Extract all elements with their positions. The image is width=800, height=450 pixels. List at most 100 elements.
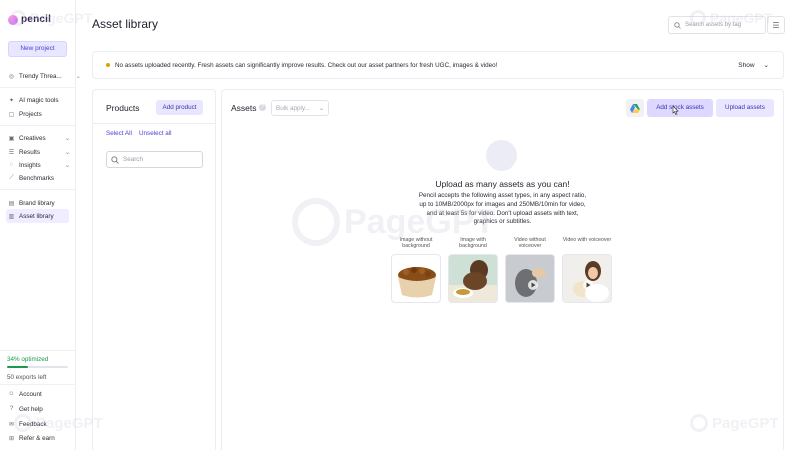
products-search-input[interactable]: Search — [106, 151, 203, 168]
watermark-logo-icon — [292, 198, 340, 246]
cat-video-icon — [506, 255, 554, 302]
sidebar-item-benchmarks[interactable]: ⟋ Benchmarks — [8, 172, 54, 184]
divider — [93, 123, 215, 124]
example-thumbnail — [391, 254, 441, 303]
example-label: Video without voiceover — [514, 237, 546, 250]
divider — [0, 125, 75, 126]
woman-dog-video-icon — [563, 255, 611, 302]
asset-examples: Image without background Image with back… — [391, 237, 612, 303]
sidebar-item-account[interactable]: ☺ Account — [8, 388, 42, 400]
example-thumbnail — [562, 254, 612, 303]
watermark-logo-icon — [14, 414, 32, 432]
example-label: Video with voiceover — [562, 237, 612, 243]
chart-icon: ⟋ — [9, 174, 14, 181]
assets-title: Assets — [231, 103, 257, 113]
watermark-logo-icon — [10, 10, 26, 26]
sidebar-item-label: Brand library — [19, 199, 55, 207]
search-icon — [111, 155, 119, 164]
sidebar-item-label: Insights — [19, 161, 41, 169]
sidebar-item-label: Asset library — [19, 212, 54, 220]
exports-left: 50 exports left — [7, 374, 47, 381]
divider — [0, 87, 75, 88]
workspace-selector[interactable]: ◎ Trendy Threa... ⌄ — [8, 70, 81, 82]
chevron-down-icon: ⌄ — [75, 73, 81, 80]
products-title: Products — [106, 103, 140, 113]
notice-show-toggle[interactable]: Show ⌄ — [738, 61, 769, 70]
watermark-logo-icon — [690, 414, 708, 432]
folder-icon: ▢ — [8, 111, 15, 118]
optimization-progress-bar — [7, 366, 68, 368]
upload-placeholder-icon — [486, 140, 517, 171]
watermark-text: PageGPT — [710, 10, 773, 26]
divider — [0, 384, 75, 385]
add-product-button[interactable]: Add product — [156, 100, 203, 115]
chevron-down-icon: ⌄ — [64, 161, 70, 169]
google-drive-icon — [630, 103, 640, 113]
example-thumbnail — [448, 254, 498, 303]
user-icon: ☺ — [8, 391, 15, 397]
watermark-text: PageGPT — [30, 10, 93, 26]
notice-message: No assets uploaded recently. Fresh asset… — [115, 61, 498, 69]
chevron-down-icon: ⌄ — [763, 62, 769, 69]
sidebar-item-label: Projects — [19, 110, 42, 118]
sidebar-item-refer-earn[interactable]: ⊞ Refer & earn — [8, 432, 55, 444]
image-icon: ▣ — [8, 135, 15, 142]
sidebar-item-insights[interactable]: ◌ Insights ⌄ — [8, 159, 70, 171]
example-video-with-voiceover: Video with voiceover — [562, 237, 612, 303]
dog-photo-icon — [449, 255, 497, 302]
bulk-apply-select[interactable]: Bulk apply... ⌄ — [271, 100, 329, 116]
new-project-button[interactable]: New project — [8, 41, 67, 57]
watermark-text: PageGPT — [712, 414, 779, 432]
notice-dot-icon — [106, 63, 110, 67]
add-stock-assets-button[interactable]: Add stock assets — [647, 99, 713, 117]
watermark: PageGPT — [690, 10, 772, 26]
pet-food-bowl-icon — [398, 267, 436, 298]
workspace-label: Trendy Threa... — [19, 72, 62, 80]
google-drive-button[interactable] — [626, 99, 644, 117]
assets-panel: Assets ? Bulk apply... ⌄ Add stock asset… — [221, 89, 784, 450]
chevron-down-icon: ⌄ — [64, 134, 70, 142]
divider — [0, 189, 75, 190]
help-icon[interactable]: ? — [259, 104, 266, 111]
sidebar-item-creatives[interactable]: ▣ Creatives ⌄ — [8, 132, 70, 144]
chevron-down-icon: ⌄ — [64, 148, 70, 156]
unselect-all-link[interactable]: Unselect all — [139, 130, 172, 137]
bulk-apply-placeholder: Bulk apply... — [276, 104, 310, 112]
sidebar-item-label: AI magic tools — [19, 96, 59, 104]
page-title: Asset library — [92, 17, 159, 31]
divider — [0, 350, 75, 351]
book-icon: ▤ — [8, 200, 15, 207]
watermark: PageGPT — [292, 198, 495, 246]
example-image-without-background: Image without background — [391, 237, 441, 303]
sidebar-item-results[interactable]: ☰ Results ⌄ — [8, 146, 70, 158]
watermark: PageGPT — [14, 414, 103, 432]
sidebar-item-label: Refer & earn — [19, 434, 55, 442]
notice-banner: No assets uploaded recently. Fresh asset… — [92, 51, 784, 79]
sidebar-item-label: Results — [19, 148, 40, 156]
example-video-without-voiceover: Video without voiceover — [505, 237, 555, 303]
sidebar-item-label: Benchmarks — [19, 174, 54, 182]
optimization-progress-fill — [7, 366, 28, 368]
empty-state-heading: Upload as many assets as you can! — [435, 179, 570, 189]
sidebar-item-ai-magic-tools[interactable]: ✦ AI magic tools — [8, 94, 59, 106]
select-all-link[interactable]: Select All — [106, 130, 132, 137]
upload-assets-button[interactable]: Upload assets — [716, 99, 774, 117]
library-icon: ▥ — [8, 213, 15, 220]
search-icon — [674, 21, 681, 29]
workspace-icon: ◎ — [8, 73, 15, 80]
gift-icon: ⊞ — [8, 435, 15, 442]
example-thumbnail — [505, 254, 555, 303]
search-placeholder: Search — [123, 156, 143, 163]
watermark: PageGPT — [10, 10, 92, 26]
sidebar-item-projects[interactable]: ▢ Projects — [8, 108, 42, 120]
show-label: Show — [738, 61, 755, 69]
help-icon: ? — [9, 406, 14, 412]
sidebar: pencil New project ◎ Trendy Threa... ⌄ ✦… — [0, 0, 81, 450]
list-icon: ☰ — [8, 149, 15, 156]
sidebar-item-brand-library[interactable]: ▤ Brand library — [8, 197, 55, 209]
sidebar-item-label: Account — [19, 390, 42, 398]
menu-icon: ☰ — [772, 20, 780, 30]
sidebar-item-asset-library[interactable]: ▥ Asset library — [6, 209, 69, 223]
watermark-text: PageGPT — [36, 414, 103, 432]
mouse-cursor-icon — [672, 106, 679, 115]
